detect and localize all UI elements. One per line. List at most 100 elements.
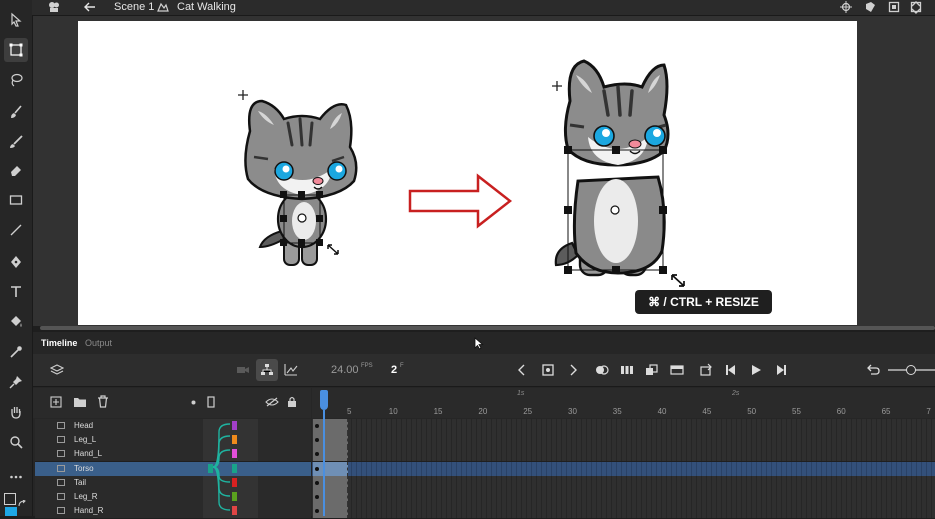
more-tools-button[interactable] bbox=[4, 465, 28, 489]
layer-row[interactable]: Hand_L bbox=[35, 447, 311, 463]
frames-icon bbox=[621, 366, 633, 374]
graph-button[interactable] bbox=[284, 363, 298, 377]
large-cat[interactable] bbox=[554, 59, 670, 277]
resize-cursor-icon bbox=[671, 274, 685, 287]
frames-row[interactable] bbox=[312, 490, 935, 505]
stroke-color-swatch[interactable] bbox=[4, 493, 16, 505]
step-back-button[interactable] bbox=[724, 363, 738, 377]
back-arrow-icon[interactable] bbox=[84, 2, 96, 12]
layer-row[interactable]: Leg_L bbox=[35, 433, 311, 449]
edit-symbols-icon[interactable] bbox=[864, 1, 877, 13]
keyframe-span[interactable] bbox=[313, 461, 348, 476]
new-layer-icon[interactable] bbox=[50, 396, 62, 408]
frames-row[interactable] bbox=[312, 504, 935, 519]
frames-row[interactable] bbox=[312, 447, 935, 463]
selection-tool[interactable] bbox=[4, 8, 28, 32]
layer-row[interactable]: Torso bbox=[35, 461, 311, 477]
paint-brush-tool[interactable] bbox=[4, 100, 28, 124]
rectangle-tool[interactable] bbox=[4, 188, 28, 212]
panel-splitter[interactable] bbox=[40, 326, 935, 330]
layer-type-icon bbox=[57, 436, 65, 444]
layer-color-chip[interactable] bbox=[232, 421, 237, 430]
frames-row[interactable] bbox=[312, 433, 935, 449]
layers-toggle-button[interactable] bbox=[49, 363, 65, 377]
previous-keyframe-button[interactable] bbox=[515, 363, 529, 377]
next-keyframe-button[interactable] bbox=[566, 363, 580, 377]
pin-tool[interactable] bbox=[4, 370, 28, 394]
edit-multiple-frames-button[interactable] bbox=[645, 363, 659, 377]
center-stage-icon[interactable] bbox=[840, 1, 852, 13]
new-folder-icon[interactable] bbox=[73, 396, 87, 408]
playhead-line bbox=[323, 410, 325, 516]
layer-color-chip[interactable] bbox=[232, 506, 237, 516]
layer-type-icon bbox=[57, 450, 65, 458]
keyframe-span[interactable] bbox=[313, 475, 348, 490]
brush-icon bbox=[11, 105, 22, 118]
keyframe-dot bbox=[315, 466, 319, 471]
current-frame-value[interactable]: 2 bbox=[391, 364, 397, 376]
outline-toggle-icon[interactable] bbox=[207, 396, 215, 408]
step-forward-button[interactable] bbox=[774, 363, 788, 377]
highlight-dot-icon[interactable] bbox=[191, 400, 196, 405]
eraser-tool[interactable] bbox=[4, 158, 28, 182]
play-button[interactable] bbox=[749, 363, 763, 377]
hide-layers-icon[interactable] bbox=[265, 397, 279, 407]
layer-row[interactable]: Leg_R bbox=[35, 490, 311, 505]
layer-color-chip[interactable] bbox=[232, 463, 237, 473]
text-tool[interactable] bbox=[4, 280, 28, 304]
layer-color-chip[interactable] bbox=[232, 449, 237, 459]
clip-canvas-icon[interactable] bbox=[888, 1, 900, 13]
insert-keyframe-button[interactable] bbox=[541, 363, 555, 377]
keyframe-span[interactable] bbox=[313, 504, 348, 519]
line-tool[interactable] bbox=[4, 218, 28, 242]
scene-breadcrumb[interactable]: Scene 1 bbox=[114, 0, 154, 14]
symbol-breadcrumb[interactable]: Cat Walking bbox=[177, 0, 236, 14]
frames-row[interactable] bbox=[312, 475, 935, 491]
pen-tool[interactable] bbox=[4, 250, 28, 274]
eyedropper-tool[interactable] bbox=[4, 340, 28, 364]
hand-tool[interactable] bbox=[4, 400, 28, 424]
tab-timeline[interactable]: Timeline bbox=[41, 338, 77, 348]
paint-bucket-tool[interactable] bbox=[4, 310, 28, 334]
fps-value[interactable]: 24.00 bbox=[331, 364, 359, 376]
keyframe-span[interactable] bbox=[313, 419, 348, 433]
trash-icon[interactable] bbox=[97, 395, 109, 408]
tab-output[interactable]: Output bbox=[85, 338, 112, 348]
onion-skin-button[interactable] bbox=[595, 363, 609, 377]
zoom-stepper-icon[interactable] bbox=[910, 0, 922, 15]
eyedropper-icon bbox=[10, 346, 22, 358]
loop-button[interactable] bbox=[699, 363, 713, 377]
zoom-tool[interactable] bbox=[4, 430, 28, 454]
brush-tool[interactable] bbox=[4, 130, 28, 154]
keyframe-span[interactable] bbox=[313, 447, 348, 462]
timeline-controls bbox=[33, 354, 935, 387]
ruler-frame-label: 50 bbox=[747, 407, 757, 416]
fill-color-swatch[interactable] bbox=[5, 507, 17, 516]
swap-colors-icon[interactable] bbox=[18, 495, 28, 507]
frames-row[interactable] bbox=[312, 419, 935, 434]
frame-zoom-slider-thumb[interactable] bbox=[906, 365, 916, 375]
insert-classic-tween-button[interactable] bbox=[670, 363, 684, 377]
layer-color-chip[interactable] bbox=[232, 477, 237, 487]
layer-row[interactable]: Head bbox=[35, 419, 311, 434]
lock-icon[interactable] bbox=[287, 396, 297, 408]
layer-row[interactable]: Tail bbox=[35, 475, 311, 491]
free-transform-tool[interactable] bbox=[4, 38, 28, 62]
graph-icon bbox=[284, 364, 298, 376]
layer-color-chip[interactable] bbox=[232, 492, 237, 501]
camera-button[interactable] bbox=[236, 363, 250, 377]
keyframe-span[interactable] bbox=[313, 490, 348, 504]
reset-zoom-button[interactable] bbox=[866, 363, 880, 377]
ruler-frame-label: 30 bbox=[568, 407, 577, 416]
layer-row[interactable]: Hand_R bbox=[35, 504, 311, 519]
frames-row[interactable] bbox=[312, 461, 935, 477]
resize-cursor-icon bbox=[327, 244, 339, 255]
lasso-tool[interactable] bbox=[4, 68, 28, 92]
frame-view-button[interactable] bbox=[620, 363, 634, 377]
keyframe-span[interactable] bbox=[313, 433, 348, 448]
ruler-frame-label: 20 bbox=[478, 407, 488, 416]
playhead[interactable] bbox=[320, 390, 328, 410]
ruler-frame-label: 35 bbox=[612, 407, 622, 416]
layer-color-chip[interactable] bbox=[232, 435, 237, 445]
layers-icon bbox=[49, 364, 65, 375]
